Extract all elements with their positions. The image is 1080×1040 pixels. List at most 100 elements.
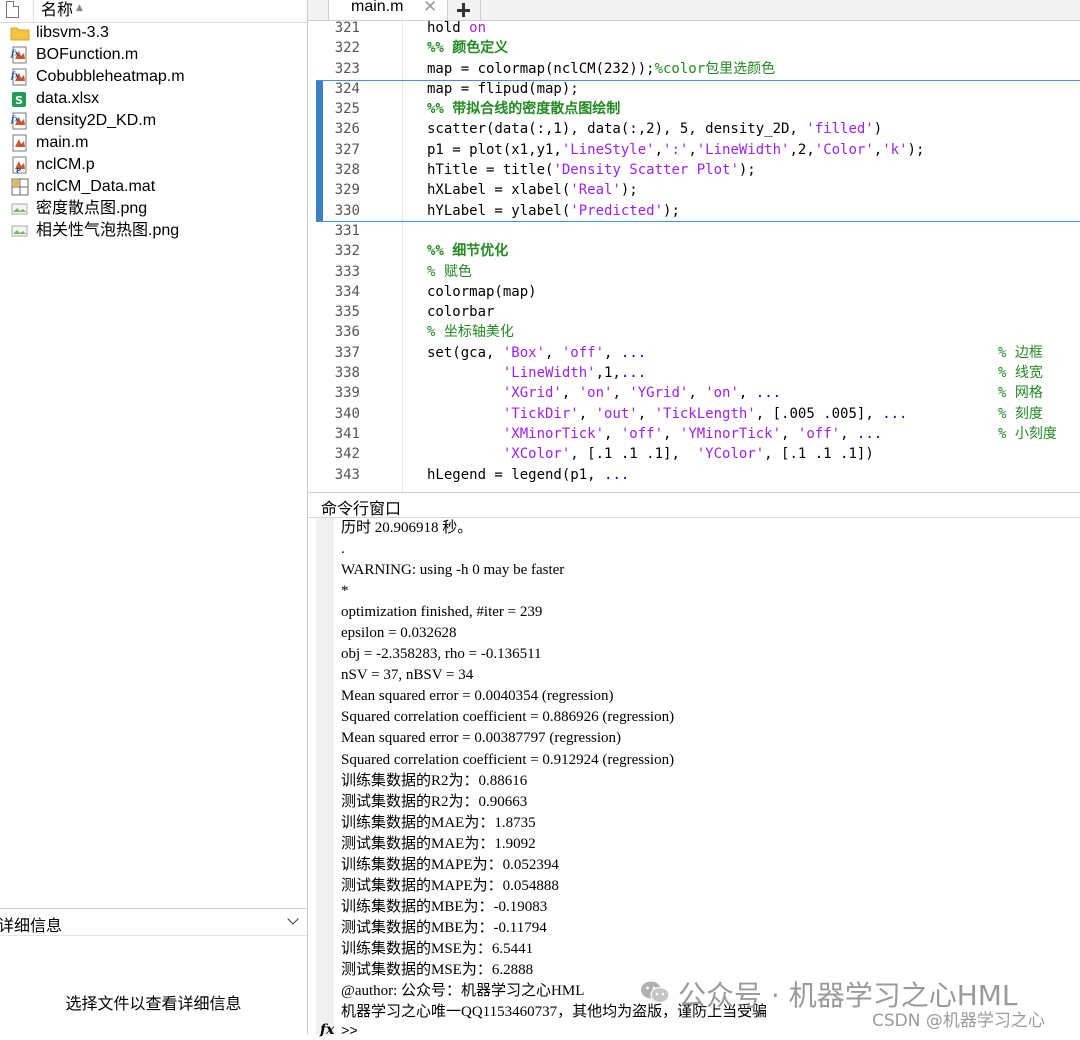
file-list-item[interactable]: main.m: [0, 132, 307, 154]
file-list-item[interactable]: libsvm-3.3: [0, 22, 307, 44]
code-line[interactable]: 331: [308, 221, 1080, 241]
command-output-line: optimization finished, #iter = 239: [341, 604, 543, 621]
code-line[interactable]: 333 % 赋色: [308, 262, 1080, 282]
file-list-item[interactable]: 密度散点图.png: [0, 198, 307, 220]
code-line[interactable]: 336 % 坐标轴美化: [308, 322, 1080, 342]
code-token: colorbar: [427, 304, 495, 321]
code-token: hold: [427, 20, 470, 36]
code-line[interactable]: 341 'XMinorTick', 'off', 'YMinorTick', '…: [308, 424, 1080, 444]
code-line[interactable]: 324 map = flipud(map);: [308, 79, 1080, 99]
file-list-header: 名称 ▲: [0, 0, 307, 23]
code-line[interactable]: 338 'LineWidth',1,... % 线宽: [308, 363, 1080, 383]
code-line[interactable]: 321 hold on: [308, 18, 1080, 38]
code-line[interactable]: 330 hYLabel = ylabel('Predicted');: [308, 201, 1080, 221]
code-text: hLegend = legend(p1, ...: [427, 465, 629, 485]
line-number: 334: [334, 283, 360, 300]
command-output-line: epsilon = 0.032628: [341, 625, 457, 642]
inline-comment: % 小刻度: [998, 425, 1057, 442]
name-column-header[interactable]: 名称: [41, 0, 73, 20]
code-line[interactable]: 335 colorbar: [308, 302, 1080, 322]
code-token: );: [620, 182, 638, 199]
command-output-line: *: [341, 583, 349, 600]
file-list-item[interactable]: Sdata.xlsx: [0, 88, 307, 110]
current-folder-panel: 名称 ▲ libsvm-3.3 fx BOFunction.m fx Cobubbleh…: [0, 0, 308, 1034]
code-line[interactable]: 339 'XGrid', 'on', 'YGrid', 'on', ... % 网…: [308, 383, 1080, 403]
command-output-line: 测试集数据的MBE为：-0.11794: [341, 919, 547, 936]
code-token: 'XMinorTick': [502, 425, 605, 442]
line-number: 339: [334, 385, 360, 402]
plus-icon-stroke: [462, 3, 465, 17]
code-text: % 赋色: [427, 262, 472, 282]
code-token: 'TickLength': [654, 405, 756, 422]
sort-ascending-icon: ▲: [76, 3, 83, 13]
code-line[interactable]: 328 hTitle = title('Density Scatter Plot'…: [308, 160, 1080, 180]
line-number: 324: [334, 80, 360, 97]
code-text: 'LineWidth',1,...: [427, 363, 646, 383]
expand-folder-icon[interactable]: [0, 28, 4, 38]
command-output-line: Squared correlation coefficient = 0.8869…: [341, 709, 675, 726]
line-number: 323: [334, 60, 360, 77]
code-token: %color包里选颜色: [654, 60, 776, 77]
matlab-script-icon: [10, 134, 30, 152]
code-token: map = flipud(map);: [427, 80, 579, 97]
code-line[interactable]: 343 hLegend = legend(p1, ...: [308, 465, 1080, 485]
svg-text:S: S: [15, 94, 23, 107]
chevron-down-icon[interactable]: [287, 913, 299, 925]
code-token: , [.005 .005],: [755, 405, 883, 422]
command-output-line: Mean squared error = 0.00387797 (regress…: [341, 730, 622, 747]
command-output-line: .: [341, 541, 345, 558]
fx-icon[interactable]: fx: [320, 1022, 334, 1038]
code-token: ...: [604, 466, 630, 483]
details-panel-header[interactable]: 详细信息: [0, 908, 307, 936]
code-token: ...: [620, 344, 647, 361]
code-token: ,: [637, 405, 655, 422]
file-list-item[interactable]: fx density2D_KD.m: [0, 110, 307, 132]
code-line[interactable]: 334 colormap(map): [308, 282, 1080, 302]
details-title: 详细信息: [0, 916, 63, 935]
column-separator[interactable]: [33, 0, 34, 22]
command-output-line: nSV = 37, nBSV = 34: [341, 667, 474, 684]
file-list-item[interactable]: fx BOFunction.m: [0, 44, 307, 66]
command-output-line: WARNING: using -h 0 may be faster: [341, 562, 565, 579]
code-line[interactable]: 342 'XColor', [.1 .1 .1], 'YColor', [.1 …: [308, 444, 1080, 464]
new-tab-button[interactable]: [448, 0, 481, 20]
csdn-watermark: CSDN @机器学习之心: [872, 1011, 1045, 1031]
code-line[interactable]: 337 set(gca, 'Box', 'off', ... % 边框: [308, 343, 1080, 363]
line-number: 326: [334, 121, 360, 138]
tab-main-m[interactable]: main.m ✕: [328, 0, 448, 20]
file-list-item[interactable]: nclCM_Data.mat: [0, 176, 307, 198]
code-line[interactable]: 340 'TickDir', 'out', 'TickLength', [.00…: [308, 404, 1080, 424]
close-icon[interactable]: ✕: [423, 0, 437, 17]
code-token: map = colormap(nclCM(232));: [427, 60, 655, 77]
code-text: %% 带拟合线的密度散点图绘制: [427, 99, 620, 119]
code-text: map = flipud(map);: [427, 79, 579, 99]
code-area[interactable]: 321 hold on 322 %% 颜色定义 323 map = colormap(nc…: [308, 18, 1080, 492]
code-line[interactable]: 323 map = colormap(nclCM(232));%color包里选颜…: [308, 59, 1080, 79]
code-line[interactable]: 327 p1 = plot(x1,y1,'LineStyle',':','Line…: [308, 140, 1080, 160]
code-text: hXLabel = xlabel('Real');: [427, 180, 638, 200]
code-token: hYLabel = ylabel(: [427, 202, 571, 219]
line-number: 342: [334, 446, 360, 463]
file-list-item[interactable]: PnclCM.p: [0, 154, 307, 176]
code-token: ,: [604, 344, 621, 361]
code-token: 'Density Scatter Plot': [553, 162, 739, 179]
code-line[interactable]: 326 scatter(data(:,1), data(:,2), 5, dens…: [308, 119, 1080, 139]
inline-comment: % 刻度: [998, 405, 1043, 422]
file-name: BOFunction.m: [36, 46, 139, 63]
editor-panel: main.m ✕ 321 hold on 322 %% 颜色定义 323 map = co…: [308, 0, 1080, 492]
code-line[interactable]: 325 %% 带拟合线的密度散点图绘制: [308, 99, 1080, 119]
code-line[interactable]: 332 %% 细节优化: [308, 241, 1080, 261]
command-prompt[interactable]: >>: [341, 1024, 358, 1040]
code-line[interactable]: 322 %% 颜色定义: [308, 38, 1080, 58]
file-list-item[interactable]: fx Cobubbleheatmap.m: [0, 66, 307, 88]
file-list-item[interactable]: 相关性气泡热图.png: [0, 220, 307, 242]
code-text: colormap(map): [427, 282, 537, 302]
code-line[interactable]: 329 hXLabel = xlabel('Real');: [308, 180, 1080, 200]
code-token: ,: [604, 425, 621, 442]
code-text: 'XColor', [.1 .1 .1], 'YColor', [.1 .1 .…: [427, 444, 874, 464]
line-number: 331: [334, 222, 360, 239]
